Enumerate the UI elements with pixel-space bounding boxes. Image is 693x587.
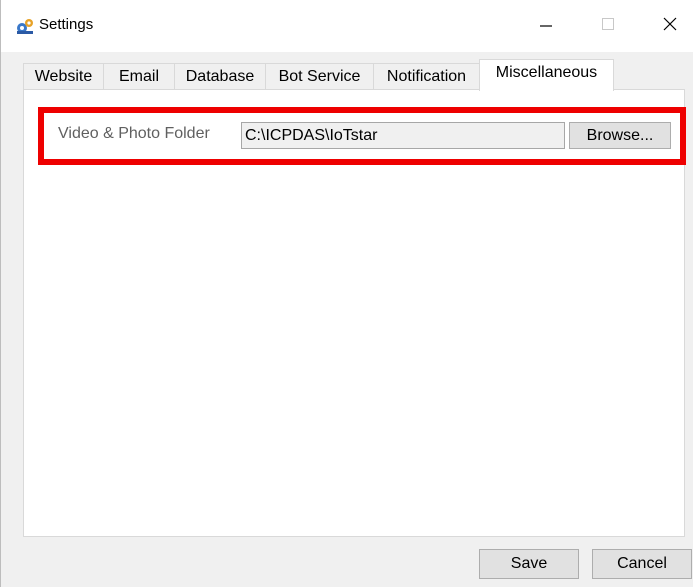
video-photo-folder-label: Video & Photo Folder xyxy=(58,125,210,142)
browse-button[interactable]: Browse... xyxy=(569,122,671,149)
maximize-button[interactable] xyxy=(585,0,631,52)
minimize-icon xyxy=(538,16,554,36)
maximize-icon xyxy=(600,16,616,36)
window-title: Settings xyxy=(39,16,94,33)
settings-app-icon xyxy=(15,16,33,34)
cancel-button[interactable]: Cancel xyxy=(592,549,692,579)
minimize-button[interactable] xyxy=(523,0,569,52)
tab-website[interactable]: Website xyxy=(23,63,104,90)
video-photo-folder-input[interactable] xyxy=(241,122,565,149)
tab-notification[interactable]: Notification xyxy=(373,63,480,90)
close-icon xyxy=(662,16,678,36)
save-button[interactable]: Save xyxy=(479,549,579,579)
tab-bot-service[interactable]: Bot Service xyxy=(265,63,374,90)
tab-email[interactable]: Email xyxy=(103,63,175,90)
settings-window: Settings Website Email Database Bot Serv… xyxy=(0,0,693,587)
title-bar[interactable]: Settings xyxy=(1,0,693,52)
tab-database[interactable]: Database xyxy=(174,63,266,90)
close-button[interactable] xyxy=(647,0,693,52)
tab-miscellaneous[interactable]: Miscellaneous xyxy=(479,59,614,91)
